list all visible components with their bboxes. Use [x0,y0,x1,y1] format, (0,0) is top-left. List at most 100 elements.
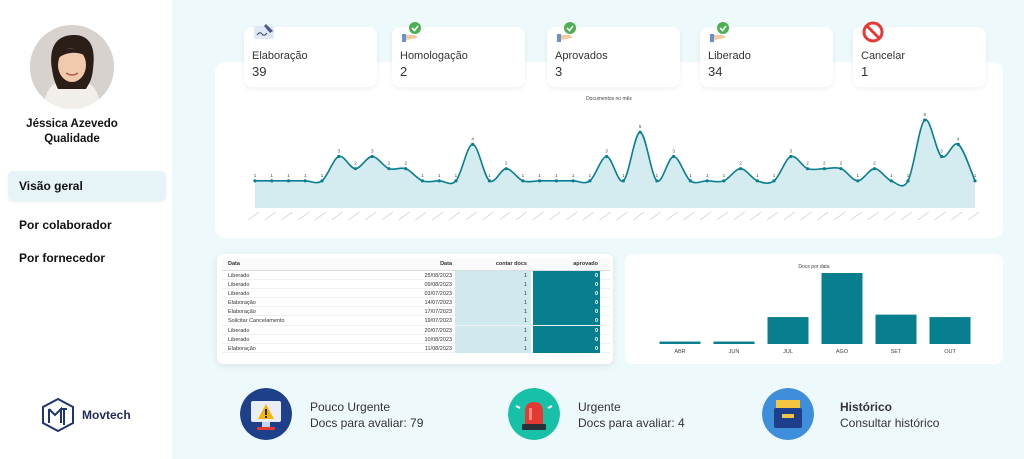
line-point [286,179,291,183]
status-label: Aprovados [555,50,608,62]
status-card-homologacao[interactable]: Homologação 2 [392,22,525,87]
line-point [370,154,374,159]
line-data-label: 3 [371,149,374,154]
table-cell-date: 19/07/2023 [424,318,452,325]
status-value: 34 [708,64,723,79]
table-header-cell[interactable]: contar docs [457,261,527,267]
alert-pouco-urgente[interactable]: Pouco Urgente Docs para avaliar: 79 [240,388,440,440]
line-point [822,167,826,171]
monitor-warning-icon [240,388,292,440]
x-tick-label [381,211,394,221]
status-card-cancelar[interactable]: Cancelar 1 [853,21,986,87]
table-row[interactable]: Liberado 03/07/2023 1 0 [222,289,610,299]
x-tick-label [632,211,645,221]
line-data-label: 1 [254,173,257,178]
x-tick-label [264,211,276,221]
status-value: 2 [400,64,408,79]
table-cell-status: Liberado [228,291,250,298]
alert-historico[interactable]: Histórico Consultar histórico [762,388,970,440]
line-data-label: 2 [840,161,843,166]
alert-subtitle: Docs para avaliar: 4 [578,416,685,430]
table-row[interactable]: Elaboração 11/08/2023 1 0 [222,343,610,353]
line-point [437,179,441,183]
x-tick-label [766,211,779,221]
x-tick-label: AGO [836,349,849,355]
alert-urgente[interactable]: Urgente Docs para avaliar: 4 [508,388,708,440]
brand-name: Movtech [82,408,131,422]
line-data-label: 1 [488,173,491,178]
table-header-cell[interactable]: aprovado [532,261,598,267]
line-data-label: 1 [890,173,893,178]
table-row[interactable]: Solicitar Cancelamento 19/07/2023 1 0 [222,316,610,326]
table-cell-count: 1 [523,282,527,289]
line-point [923,118,927,122]
archive-box-icon [762,388,814,440]
table-cell-date: 17/07/2023 [424,309,452,316]
table-cell-count: 1 [523,300,527,307]
x-tick-label [348,211,360,221]
line-chart-svg: 1 1 1 1 1 3 2 3 2 2 1 1 1 4 1 2 1 1 1 1 1 3 1 5 1 3 1 1 1 2 1 1 3 2 2 2 1 2 1 1… [247,112,980,221]
brand-logo: Movtech [40,397,140,433]
line-data-label: 5 [639,124,642,129]
cancel-icon [862,21,884,43]
line-point [805,167,810,171]
status-card-elaboracao[interactable]: Elaboração 39 [244,24,377,87]
table-header-cell[interactable]: Data [228,261,240,267]
table-cell-status: Liberado [228,273,250,279]
x-tick-label [699,211,712,221]
line-point [404,167,408,171]
status-card-aprovados[interactable]: Aprovados 3 [547,22,680,87]
line-data-label: 2 [404,161,407,166]
x-tick-label [582,211,595,221]
line-data-label: 1 [656,173,659,178]
table-cell-approved: 0 [594,336,598,343]
table-cell-status: Elaboração [228,300,256,307]
status-card-liberado[interactable]: Liberado 34 [700,22,833,87]
line-data-label: 1 [572,173,575,178]
line-point [521,179,525,183]
line-point [538,179,542,183]
x-tick-label [666,211,678,221]
line-point [638,130,642,134]
table-cell-status: Liberado [228,327,250,334]
table-row[interactable]: Liberado 09/08/2023 1 0 [222,280,610,290]
table-cell-date: 20/07/2023 [424,327,452,334]
nav-visao-geral[interactable]: Visão geral [8,171,166,201]
table-cell-status: Liberado [228,282,250,289]
bar [821,273,863,344]
line-point [956,142,960,146]
line-data-label: 1 [438,173,441,178]
table-row[interactable]: Liberado 25/08/2023 1 0 [222,271,610,281]
table-header-cell[interactable]: Data [392,261,452,267]
status-label: Cancelar [861,50,906,62]
table-cell-approved: 0 [594,300,598,307]
x-tick-label [365,211,377,221]
line-point [705,179,709,183]
line-data-label: 2 [388,161,391,166]
table-cell-date: 14/07/2023 [424,300,452,307]
table-row[interactable]: Liberado 10/08/2023 1 0 [222,334,610,344]
bar-chart-title: Docs por data [798,264,829,270]
line-point [605,154,609,159]
x-tick-label [783,211,795,221]
nav-por-colaborador[interactable]: Por colaborador [8,210,166,240]
x-tick-label [398,211,410,221]
line-point [789,154,793,159]
x-tick-label [515,211,528,221]
line-data-label: 2 [873,161,876,166]
x-tick-label [298,211,310,221]
line-point [772,179,776,183]
alert-title: Urgente [578,400,621,414]
table-row[interactable]: Elaboração 14/07/2023 1 0 [222,298,610,308]
x-tick-label [967,211,980,221]
line-data-label: 3 [790,149,793,154]
table-row[interactable]: Liberado 20/07/2023 1 0 [222,325,610,335]
line-data-label: 1 [270,173,273,178]
table-cell-count: 1 [523,318,527,325]
x-tick-label [716,211,728,221]
nav-por-fornecedor[interactable]: Por fornecedor [8,243,166,273]
x-tick-label [867,211,879,221]
table-row[interactable]: Elaboração 17/07/2023 1 0 [222,307,610,317]
line-data-label: 3 [940,149,943,154]
x-tick-label [532,211,544,221]
